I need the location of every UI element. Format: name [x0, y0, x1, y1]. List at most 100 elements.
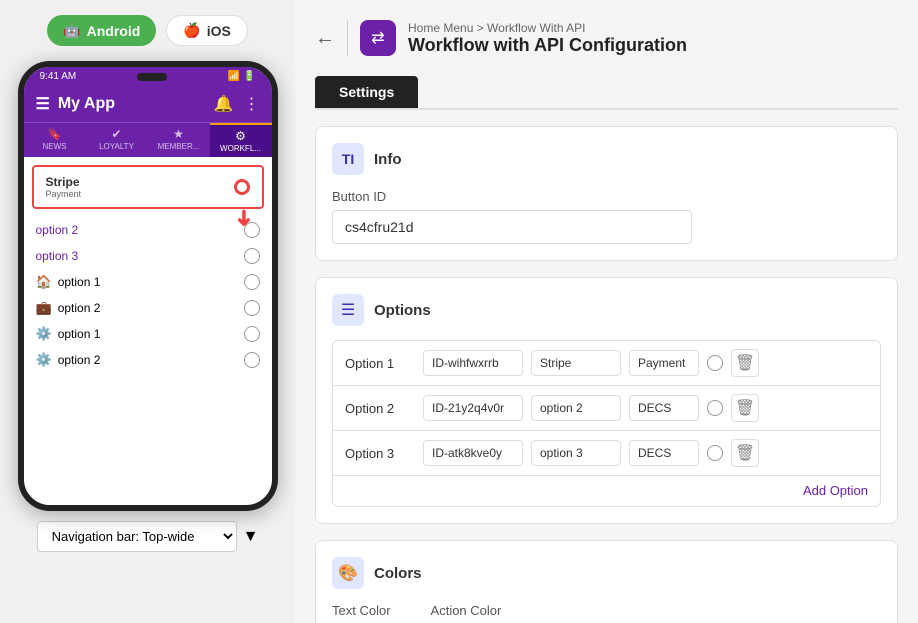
option2-radio-btn[interactable]	[707, 400, 723, 416]
options-section-header: ☰ Options	[332, 294, 881, 326]
section2-item2-radio[interactable]	[244, 352, 260, 368]
info-section-header: TI Info	[332, 143, 881, 175]
android-icon: 🤖	[63, 22, 80, 39]
breadcrumb-icon: ⇄	[360, 20, 396, 56]
option3-id-field[interactable]	[423, 440, 523, 466]
nav-tab-workflow[interactable]: ⚙ WORKFL...	[210, 123, 272, 157]
option1-radio[interactable]	[707, 355, 723, 371]
option2-delete-button[interactable]: 🗑	[731, 394, 759, 422]
phone-header-icons: 🔔 ⋮	[214, 94, 260, 114]
more-icon: ⋮	[244, 94, 260, 114]
android-tab[interactable]: 🤖 Android	[47, 15, 156, 46]
colors-section-header: 🎨 Colors	[332, 557, 881, 589]
nav-dropdown-container: Navigation bar: Top-wide Navigation bar:…	[37, 521, 259, 552]
breadcrumb-divider	[347, 20, 348, 56]
info-section: TI Info Button ID	[315, 126, 898, 261]
section2-option1-label: option 1	[58, 327, 101, 341]
options-section-icon: ☰	[332, 294, 364, 326]
stripe-radio-selected[interactable]	[234, 179, 250, 195]
option2-link: option 2	[36, 223, 79, 237]
section1-item1[interactable]: 🏠 option 1	[24, 269, 272, 295]
palette-icon: 🎨	[338, 563, 358, 583]
phone-mockup: 9:41 AM 📶 🔋 ☰ My App 🔔 ⋮ 🔖 NEW	[18, 61, 278, 511]
text-color-item: Text Color	[332, 603, 391, 623]
options-section-title: Options	[374, 302, 431, 319]
settings-icon-1: ⚙️	[36, 326, 52, 342]
phone-content: Stripe Payment ➜ option 2 option 3	[24, 165, 272, 505]
option1-name-field[interactable]	[531, 350, 621, 376]
option3-name-field[interactable]	[531, 440, 621, 466]
option3-link: option 3	[36, 249, 79, 263]
section1-item1-radio[interactable]	[244, 274, 260, 290]
phone-header-left: ☰ My App	[36, 94, 116, 114]
info-section-icon: TI	[332, 143, 364, 175]
stripe-sublabel: Payment	[46, 189, 82, 199]
colors-section-icon: 🎨	[332, 557, 364, 589]
member-tab-label: MEMBER...	[158, 142, 200, 151]
settings-icon-2: ⚙️	[36, 352, 52, 368]
nav-dropdown-select[interactable]: Navigation bar: Top-wide Navigation bar:…	[37, 521, 237, 552]
tabs-row: Settings	[315, 76, 898, 110]
option3-delete-button[interactable]: 🗑	[731, 439, 759, 467]
nav-tab-news[interactable]: 🔖 NEWS	[24, 123, 86, 157]
trash-icon-2: 🗑	[735, 398, 755, 418]
colors-row: Text Color Action Color	[332, 603, 881, 623]
section2-item2[interactable]: ⚙️ option 2	[24, 347, 272, 373]
breadcrumb-row: ← ⇄ Home Menu > Workflow With API Workfl…	[315, 20, 898, 56]
tab-settings[interactable]: Settings	[315, 76, 418, 108]
app-name: My App	[58, 95, 115, 113]
workflow-tab-icon: ⚙	[235, 129, 246, 143]
nav-tab-member[interactable]: ★ MEMBER...	[148, 123, 210, 157]
section1-item2-radio[interactable]	[244, 300, 260, 316]
section2-item1-radio[interactable]	[244, 326, 260, 342]
nav-tab-loyalty[interactable]: ✔ LOYALTY	[86, 123, 148, 157]
option1-delete-button[interactable]: 🗑	[731, 349, 759, 377]
option2-row-label: Option 2	[345, 401, 415, 416]
crumb-trail: Home Menu > Workflow With API	[408, 21, 898, 35]
tab-settings-label: Settings	[339, 84, 394, 100]
trash-icon-1: 🗑	[735, 353, 755, 373]
option3-radio[interactable]	[244, 248, 260, 264]
action-color-label: Action Color	[431, 603, 502, 618]
option2-id-field[interactable]	[423, 395, 523, 421]
option2-type-field[interactable]	[629, 395, 699, 421]
back-button[interactable]: ←	[315, 27, 335, 50]
phone-time: 9:41 AM	[40, 71, 77, 82]
workflow-tab-label: WORKFL...	[220, 144, 261, 153]
hamburger-icon: ☰	[36, 94, 50, 114]
button-id-input[interactable]	[332, 210, 692, 244]
stripe-item[interactable]: Stripe Payment	[32, 165, 264, 209]
text-color-label: Text Color	[332, 603, 391, 618]
add-option-row: Add Option	[333, 476, 880, 506]
section1-option1-label: option 1	[58, 275, 101, 289]
option-row-2: Option 2 🗑	[333, 386, 880, 431]
option3-type-field[interactable]	[629, 440, 699, 466]
section1-item2[interactable]: 💼 option 2	[24, 295, 272, 321]
add-option-link[interactable]: Add Option	[803, 483, 868, 498]
colors-section: 🎨 Colors Text Color Action Color	[315, 540, 898, 623]
option1-id-field[interactable]	[423, 350, 523, 376]
briefcase-icon: 💼	[36, 300, 52, 316]
option3-radio-btn[interactable]	[707, 445, 723, 461]
section2-item1-left: ⚙️ option 1	[36, 326, 101, 342]
text-icon: TI	[342, 151, 354, 167]
option2-name-field[interactable]	[531, 395, 621, 421]
colors-section-title: Colors	[374, 565, 422, 582]
right-panel: ← ⇄ Home Menu > Workflow With API Workfl…	[295, 0, 918, 623]
loyalty-tab-label: LOYALTY	[99, 142, 134, 151]
button-id-label: Button ID	[332, 189, 881, 204]
phone-mockup-wrapper: 9:41 AM 📶 🔋 ☰ My App 🔔 ⋮ 🔖 NEW	[18, 61, 278, 511]
action-color-item: Action Color	[431, 603, 502, 623]
phone-list-item-option3[interactable]: option 3	[24, 243, 272, 269]
member-tab-icon: ★	[173, 127, 184, 141]
phone-status-bar: 9:41 AM 📶 🔋	[24, 67, 272, 86]
phone-status-icons: 📶 🔋	[228, 71, 256, 82]
option1-type-field[interactable]	[629, 350, 699, 376]
options-section: ☰ Options Option 1 🗑 Option 2	[315, 277, 898, 524]
option-row-3: Option 3 🗑	[333, 431, 880, 476]
section2-item1[interactable]: ⚙️ option 1	[24, 321, 272, 347]
ios-tab[interactable]: 🍎 iOS	[166, 15, 248, 46]
news-tab-label: NEWS	[43, 142, 67, 151]
home-icon: 🏠	[36, 274, 52, 290]
workflow-icon: ⇄	[371, 28, 384, 48]
